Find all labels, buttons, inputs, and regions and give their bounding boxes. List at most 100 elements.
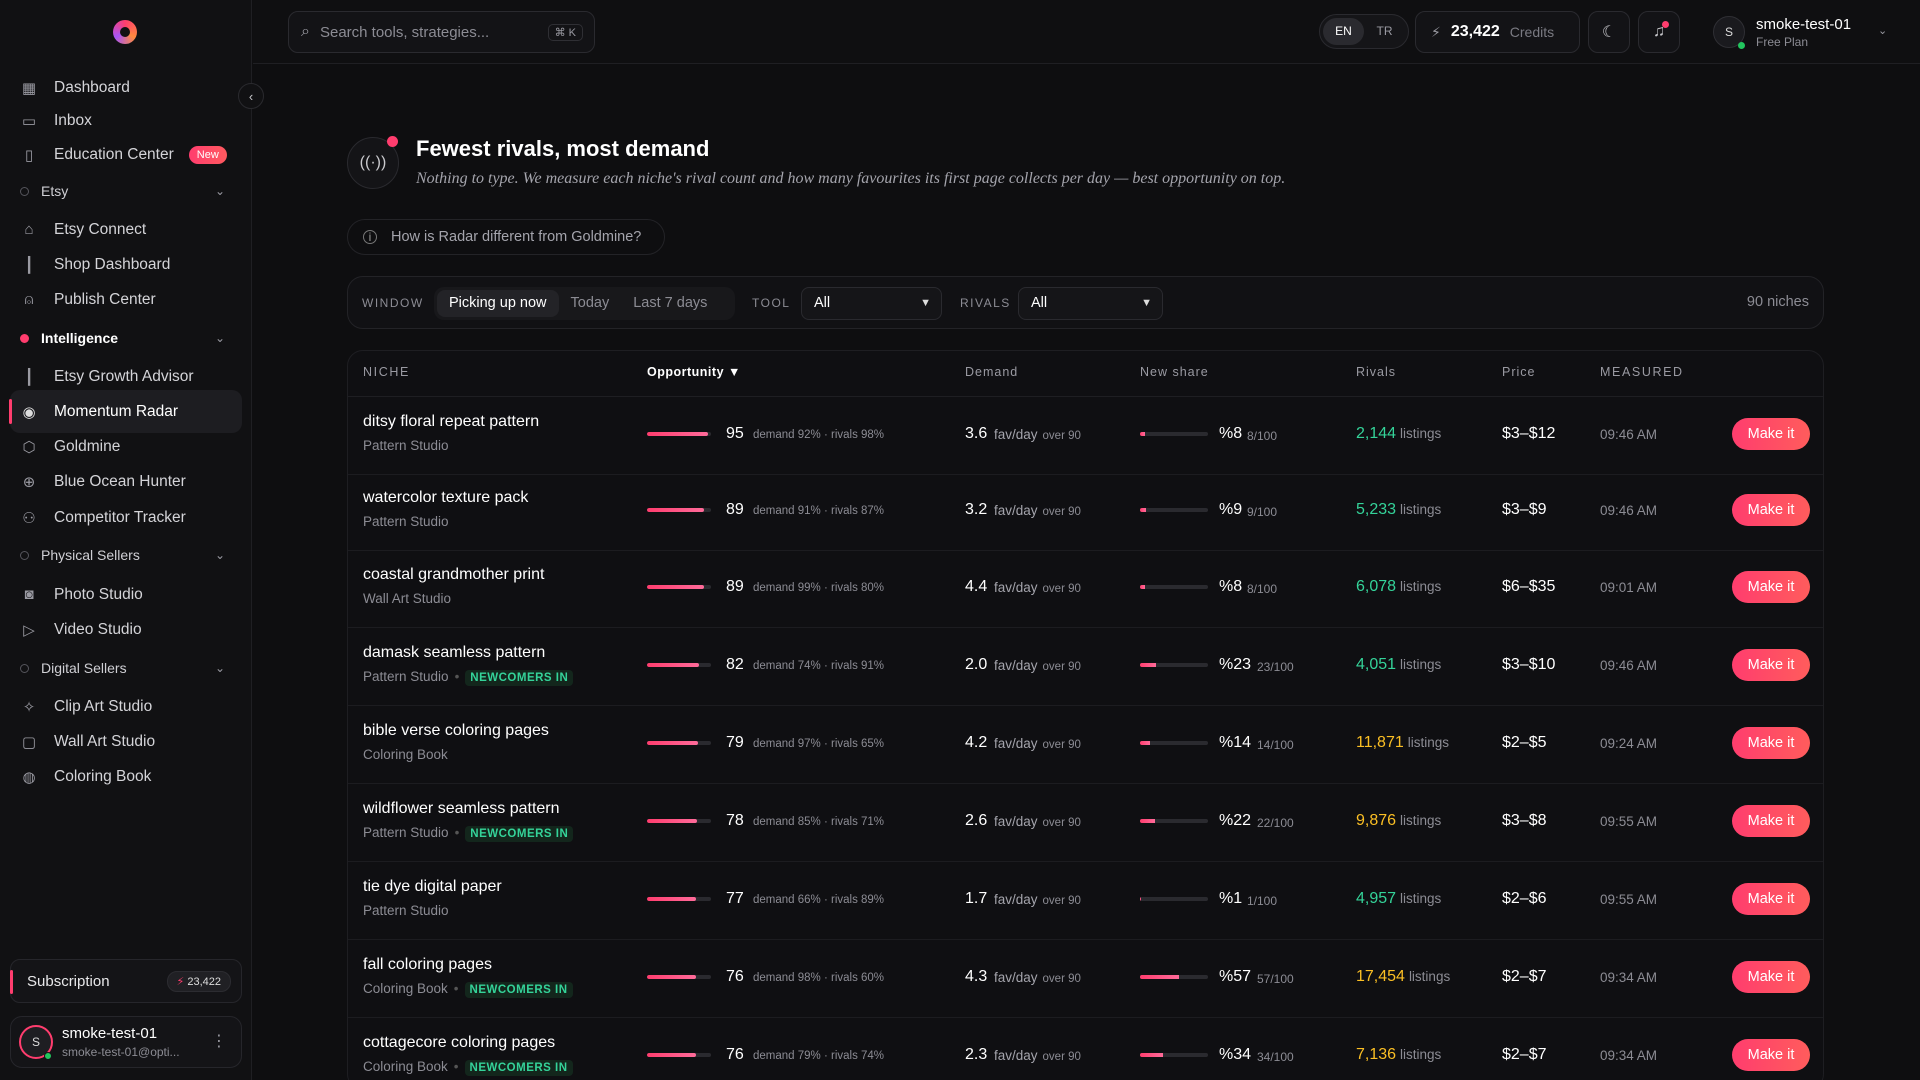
opportunity-bar	[647, 432, 711, 436]
sparkle-icon: ✧	[22, 698, 36, 716]
search-box[interactable]: ⌕ ⌘ K	[288, 11, 595, 53]
demand-unit-label: fav/day	[994, 970, 1038, 985]
make-it-button[interactable]: Make it	[1732, 727, 1810, 759]
opportunity-detail: demand 99% · rivals 80%	[753, 582, 885, 594]
sidebar-item-competitor-tracker[interactable]: ⚇ Competitor Tracker	[10, 496, 242, 539]
rivals-count: 5,233	[1356, 501, 1397, 518]
make-it-button[interactable]: Make it	[1732, 494, 1810, 526]
table-row[interactable]: bible verse coloring pages Coloring Book…	[348, 706, 1823, 784]
chevron-down-icon[interactable]: ⌄	[210, 328, 230, 348]
new-share-count: 1/100	[1247, 894, 1278, 908]
demand-unit: fav/day over 90	[994, 970, 1081, 985]
chevron-down-icon[interactable]: ⌄	[210, 658, 230, 678]
niche-name[interactable]: damask seamless pattern	[363, 644, 545, 662]
demand-value: 4.3	[965, 968, 988, 985]
search-input[interactable]	[319, 23, 530, 41]
niche-name[interactable]: ditsy floral repeat pattern	[363, 413, 539, 431]
group-label: Physical Sellers	[41, 547, 140, 563]
opportunity-bar-fill	[647, 1053, 696, 1057]
demand-unit: fav/day over 90	[994, 892, 1081, 907]
table-row[interactable]: tie dye digital paper Pattern Studio 77 …	[348, 862, 1823, 940]
group-physical-sellers[interactable]: Physical Sellers ⌄	[10, 535, 242, 575]
column-header-demand[interactable]: Demand	[965, 365, 1018, 379]
chevron-down-icon[interactable]: ⌄	[210, 545, 230, 565]
demand-unit: fav/day over 90	[994, 1048, 1081, 1063]
opportunity-score: 95	[726, 425, 744, 442]
credits-button[interactable]: ⚡ 23,422 Credits	[1415, 11, 1580, 53]
niche-name[interactable]: bible verse coloring pages	[363, 722, 549, 740]
opportunity-detail: demand 66% · rivals 89%	[753, 894, 885, 906]
notifications-button[interactable]: ♫	[1638, 11, 1680, 53]
table-row[interactable]: cottagecore coloring pages Coloring Book…	[348, 1018, 1823, 1080]
window-today[interactable]: Today	[559, 290, 622, 317]
subscription-button[interactable]: Subscription ⚡ 23,422	[10, 959, 242, 1003]
rivals-select[interactable]: All ▼	[1018, 287, 1163, 320]
collapse-sidebar-button[interactable]: ‹	[238, 83, 264, 109]
group-etsy[interactable]: Etsy ⌄	[10, 171, 242, 211]
new-share-bar	[1140, 585, 1208, 589]
new-share-bar-fill	[1140, 741, 1150, 745]
theme-toggle-button[interactable]: ☾	[1588, 11, 1630, 53]
group-digital-sellers[interactable]: Digital Sellers ⌄	[10, 648, 242, 688]
column-header-price[interactable]: Price	[1502, 365, 1535, 379]
sidebar-item-publish-center[interactable]: ⍝ Publish Center	[10, 278, 242, 321]
user-menu[interactable]: S smoke-test-01 Free Plan ⌄	[1713, 12, 1893, 52]
niche-name[interactable]: fall coloring pages	[363, 956, 492, 974]
page-subtitle: Nothing to type. We measure each niche's…	[416, 170, 1286, 187]
sidebar-item-education-center[interactable]: ▯ Education Center New	[10, 133, 242, 176]
make-it-button[interactable]: Make it	[1732, 805, 1810, 837]
separator: •	[453, 1059, 459, 1074]
lang-en-button[interactable]: EN	[1323, 18, 1364, 45]
column-header-rivals[interactable]: Rivals	[1356, 365, 1396, 379]
make-it-button[interactable]: Make it	[1732, 961, 1810, 993]
table-row[interactable]: fall coloring pages Coloring Book • NEWCOM…	[348, 940, 1823, 1018]
price-range: $3–$10	[1502, 656, 1556, 673]
sidebar-item-video-studio[interactable]: ▷ Video Studio	[10, 608, 242, 651]
rivals-count: 4,957	[1356, 890, 1397, 907]
table-row[interactable]: coastal grandmother print Wall Art Studi…	[348, 550, 1823, 628]
demand-unit: fav/day over 90	[994, 503, 1081, 518]
niche-name[interactable]: coastal grandmother print	[363, 566, 544, 584]
demand-value: 3.6	[965, 425, 988, 442]
rivals-unit: listings	[1400, 891, 1442, 906]
sidebar-user-card[interactable]: S smoke-test-01 smoke-test-01@opti... ⋮	[10, 1016, 242, 1068]
table-row[interactable]: ditsy floral repeat pattern Pattern Stud…	[348, 397, 1823, 475]
camera-icon: ◙	[24, 586, 34, 603]
live-dot-icon	[20, 333, 29, 343]
niche-name[interactable]: cottagecore coloring pages	[363, 1034, 555, 1052]
niche-tool: Pattern Studio	[363, 903, 449, 918]
column-header-opportunity[interactable]: Opportunity ▼	[647, 365, 741, 379]
group-intelligence[interactable]: Intelligence ⌄	[10, 318, 242, 358]
column-header-measured[interactable]: MEASURED	[1600, 365, 1684, 379]
column-header-niche[interactable]: NICHE	[363, 365, 410, 379]
make-it-button[interactable]: Make it	[1732, 883, 1810, 915]
bar-chart-icon: ┃	[24, 368, 34, 386]
table-row[interactable]: watercolor texture pack Pattern Studio 8…	[348, 473, 1823, 551]
table-row[interactable]: damask seamless pattern Pattern Studio • N…	[348, 628, 1823, 706]
radar-vs-goldmine-info[interactable]: i How is Radar different from Goldmine?	[347, 219, 665, 255]
table-row[interactable]: wildflower seamless pattern Pattern Stud…	[348, 784, 1823, 862]
niche-name[interactable]: wildflower seamless pattern	[363, 800, 560, 818]
demand-value: 4.2	[965, 734, 988, 751]
window-picking-up-now[interactable]: Picking up now	[437, 290, 559, 317]
new-share-value: %8	[1219, 425, 1243, 442]
window-segmented-control: Picking up now Today Last 7 days	[434, 287, 735, 320]
make-it-button[interactable]: Make it	[1732, 1039, 1810, 1071]
rivals-count: 11,871	[1356, 734, 1404, 751]
niche-name[interactable]: tie dye digital paper	[363, 878, 502, 896]
sidebar-item-coloring-book[interactable]: ◍ Coloring Book	[10, 755, 242, 798]
app-logo[interactable]	[113, 20, 137, 44]
more-vertical-icon[interactable]: ⋮	[211, 1031, 227, 1051]
column-header-new-share[interactable]: New share	[1140, 365, 1209, 379]
chevron-down-icon[interactable]: ⌄	[210, 181, 230, 201]
niche-name[interactable]: watercolor texture pack	[363, 489, 528, 507]
make-it-button[interactable]: Make it	[1732, 418, 1810, 450]
window-last-7-days[interactable]: Last 7 days	[621, 290, 719, 317]
tool-select[interactable]: All ▼	[801, 287, 942, 320]
make-it-button[interactable]: Make it	[1732, 571, 1810, 603]
newcomers-badge: NEWCOMERS IN	[464, 1060, 573, 1076]
rivals-value: 17,454 listings	[1356, 968, 1450, 986]
new-share-count: 8/100	[1247, 582, 1278, 596]
make-it-button[interactable]: Make it	[1732, 649, 1810, 681]
lang-tr-button[interactable]: TR	[1364, 18, 1405, 45]
